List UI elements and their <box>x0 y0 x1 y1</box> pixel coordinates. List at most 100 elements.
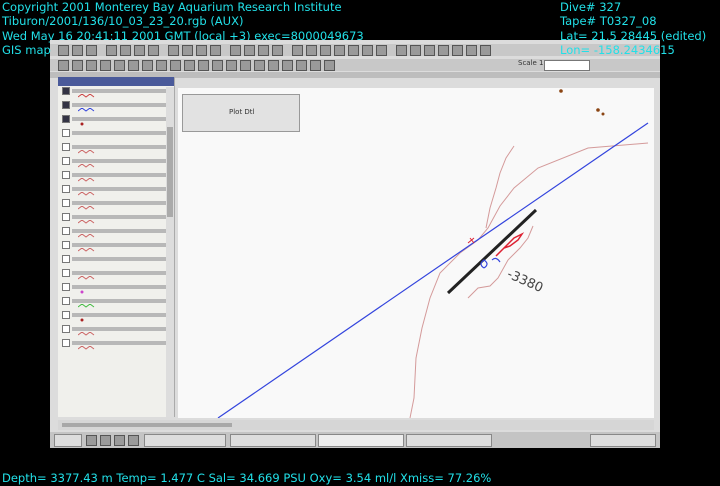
toolbar-button[interactable] <box>320 45 331 56</box>
scroll-thumb[interactable] <box>167 127 173 217</box>
toolbar-button[interactable] <box>148 45 159 56</box>
toolbar-button[interactable] <box>244 45 255 56</box>
tool-button[interactable] <box>58 60 69 71</box>
layer-item[interactable] <box>62 212 172 226</box>
toolbar-button[interactable] <box>452 45 463 56</box>
toolbar-button[interactable] <box>120 45 131 56</box>
layer-checkbox[interactable] <box>62 199 70 207</box>
layer-item[interactable] <box>62 310 172 324</box>
tool-button[interactable] <box>198 60 209 71</box>
layer-item[interactable] <box>62 142 172 156</box>
layer-checkbox[interactable] <box>62 171 70 179</box>
layer-checkbox[interactable] <box>62 129 70 137</box>
tool-button[interactable] <box>282 60 293 71</box>
layer-item[interactable] <box>62 240 172 254</box>
quicklaunch-icon[interactable] <box>86 435 97 446</box>
layer-checkbox[interactable] <box>62 269 70 277</box>
layer-item[interactable] <box>62 128 172 142</box>
layer-checkbox[interactable] <box>62 297 70 305</box>
tool-button[interactable] <box>114 60 125 71</box>
toolbar-button[interactable] <box>168 45 179 56</box>
layer-checkbox[interactable] <box>62 339 70 347</box>
tool-button[interactable] <box>268 60 279 71</box>
layer-item[interactable] <box>62 170 172 184</box>
toolbar-button[interactable] <box>306 45 317 56</box>
tool-button[interactable] <box>324 60 335 71</box>
toolbar-button[interactable] <box>292 45 303 56</box>
toolbar-button[interactable] <box>58 45 69 56</box>
toolbar-button[interactable] <box>480 45 491 56</box>
toolbar-button[interactable] <box>376 45 387 56</box>
toolbar-button[interactable] <box>466 45 477 56</box>
layer-item[interactable] <box>62 268 172 282</box>
layer-item[interactable] <box>62 324 172 338</box>
layer-checkbox[interactable] <box>62 185 70 193</box>
tool-button[interactable] <box>156 60 167 71</box>
toolbar-button[interactable] <box>424 45 435 56</box>
layer-checkbox[interactable] <box>62 255 70 263</box>
layer-checkbox[interactable] <box>62 227 70 235</box>
quicklaunch-icon[interactable] <box>100 435 111 446</box>
taskbar-item[interactable] <box>230 434 316 447</box>
layer-item[interactable] <box>62 296 172 310</box>
tool-button[interactable] <box>100 60 111 71</box>
plot-panel[interactable]: Plot Dtl <box>182 94 300 132</box>
tool-button[interactable] <box>72 60 83 71</box>
toolbar-button[interactable] <box>396 45 407 56</box>
start-button[interactable] <box>54 434 82 447</box>
toolbar-button[interactable] <box>230 45 241 56</box>
scale-input[interactable] <box>544 60 590 71</box>
tool-button[interactable] <box>170 60 181 71</box>
layer-list-scrollbar[interactable] <box>166 87 174 417</box>
layer-checkbox[interactable] <box>62 115 70 123</box>
quicklaunch-icon[interactable] <box>114 435 125 446</box>
toolbar-button[interactable] <box>196 45 207 56</box>
toolbar-button[interactable] <box>272 45 283 56</box>
tool-button[interactable] <box>212 60 223 71</box>
layer-checkbox[interactable] <box>62 101 70 109</box>
toolbar-button[interactable] <box>134 45 145 56</box>
layer-checkbox[interactable] <box>62 87 70 95</box>
layer-item[interactable] <box>62 254 172 268</box>
map-view[interactable]: -3380 <box>178 88 654 419</box>
taskbar-item[interactable] <box>144 434 226 447</box>
tool-button[interactable] <box>226 60 237 71</box>
layer-checkbox[interactable] <box>62 325 70 333</box>
layer-item[interactable] <box>62 226 172 240</box>
toolbar-button[interactable] <box>362 45 373 56</box>
tool-button[interactable] <box>254 60 265 71</box>
quicklaunch-icon[interactable] <box>128 435 139 446</box>
taskbar-item-active[interactable] <box>318 434 404 447</box>
layer-item[interactable] <box>62 198 172 212</box>
layer-item[interactable] <box>62 86 172 100</box>
toolbar-button[interactable] <box>72 45 83 56</box>
toolbar-button[interactable] <box>86 45 97 56</box>
tool-button[interactable] <box>184 60 195 71</box>
tool-button[interactable] <box>86 60 97 71</box>
layer-checkbox[interactable] <box>62 311 70 319</box>
layer-checkbox[interactable] <box>62 241 70 249</box>
layer-checkbox[interactable] <box>62 213 70 221</box>
layer-item[interactable] <box>62 100 172 114</box>
toolbar-button[interactable] <box>182 45 193 56</box>
taskbar-item[interactable] <box>406 434 492 447</box>
toolbar-button[interactable] <box>410 45 421 56</box>
tool-button[interactable] <box>296 60 307 71</box>
tool-button[interactable] <box>142 60 153 71</box>
layer-item[interactable] <box>62 184 172 198</box>
toolbar-button[interactable] <box>438 45 449 56</box>
layer-item[interactable] <box>62 338 172 352</box>
layer-checkbox[interactable] <box>62 143 70 151</box>
tool-button[interactable] <box>128 60 139 71</box>
toolbar-button[interactable] <box>258 45 269 56</box>
toolbar-button[interactable] <box>106 45 117 56</box>
toolbar-button[interactable] <box>334 45 345 56</box>
layer-item[interactable] <box>62 114 172 128</box>
toolbar-button[interactable] <box>348 45 359 56</box>
tool-button[interactable] <box>310 60 321 71</box>
layer-item[interactable] <box>62 156 172 170</box>
toolbar-button[interactable] <box>210 45 221 56</box>
tool-button[interactable] <box>240 60 251 71</box>
layer-checkbox[interactable] <box>62 283 70 291</box>
layer-item[interactable] <box>62 282 172 296</box>
